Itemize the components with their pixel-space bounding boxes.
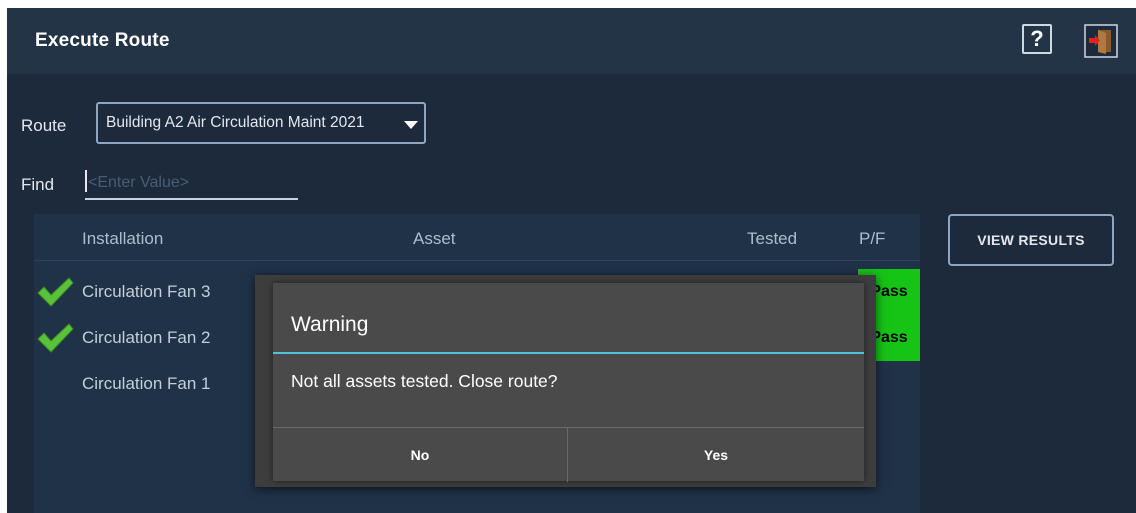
text-cursor <box>85 170 87 192</box>
no-button[interactable]: No <box>273 428 568 482</box>
route-selected-value: Building A2 Air Circulation Maint 2021 <box>106 114 365 131</box>
yes-button[interactable]: Yes <box>568 428 864 482</box>
find-input[interactable] <box>85 168 298 200</box>
exit-door-icon[interactable] <box>1084 24 1118 58</box>
dialog-divider <box>273 352 864 354</box>
column-header-pf[interactable]: P/F <box>859 229 885 249</box>
checkmark-icon <box>37 323 74 353</box>
help-icon[interactable]: ? <box>1022 24 1052 54</box>
warning-dialog: Warning Not all assets tested. Close rou… <box>273 283 864 482</box>
column-header-asset[interactable]: Asset <box>413 229 456 249</box>
dialog-title: Warning <box>291 313 369 336</box>
route-label: Route <box>21 116 67 135</box>
checkmark-icon <box>37 277 74 307</box>
find-label: Find <box>21 175 55 194</box>
caret-down-icon <box>404 121 418 129</box>
view-results-button[interactable]: VIEW RESULTS <box>948 214 1114 266</box>
installation-cell: Circulation Fan 1 <box>82 374 211 393</box>
page-title: Execute Route <box>35 30 170 51</box>
header-bar: Execute Route ? <box>7 8 1136 74</box>
route-dropdown[interactable]: Building A2 Air Circulation Maint 2021 <box>96 102 426 144</box>
dialog-message: Not all assets tested. Close route? <box>291 371 558 391</box>
installation-cell: Circulation Fan 2 <box>82 328 211 347</box>
installation-cell: Circulation Fan 3 <box>82 282 211 301</box>
column-header-tested[interactable]: Tested <box>747 229 797 249</box>
column-header-installation[interactable]: Installation <box>82 229 163 249</box>
table-header: Installation Asset Tested P/F <box>34 214 920 261</box>
dialog-button-bar: No Yes <box>273 427 864 482</box>
